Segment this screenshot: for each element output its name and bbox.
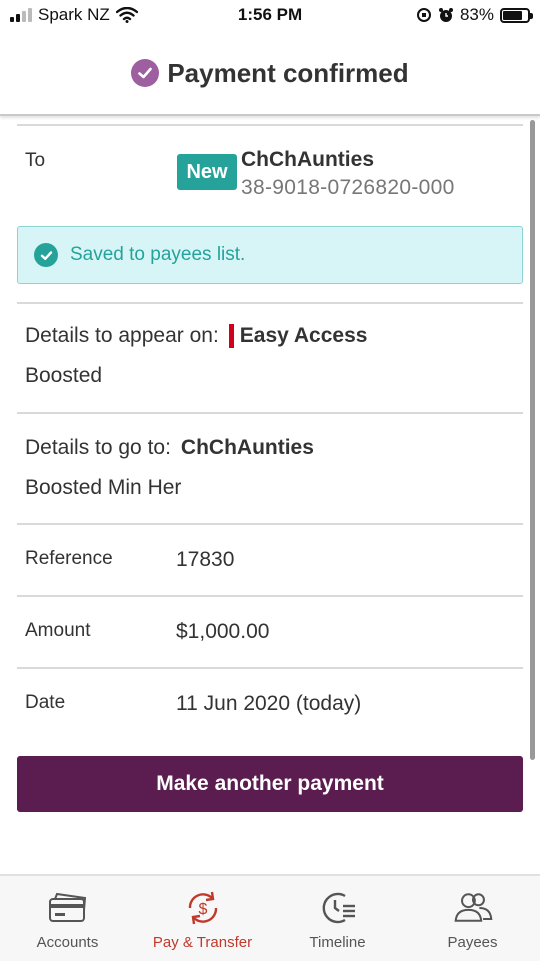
- confirmation-details: To New ChChAunties 38-9018-0726820-000 S…: [0, 118, 540, 874]
- amount-value: $1,000.00: [176, 620, 270, 643]
- tab-payees[interactable]: Payees: [405, 876, 540, 961]
- tab-pay-transfer-label: Pay & Transfer: [152, 934, 253, 951]
- reference-value: 17830: [176, 548, 235, 571]
- to-label: To: [25, 150, 46, 171]
- divider: [17, 595, 523, 597]
- reference-label: Reference: [25, 548, 113, 569]
- confirmed-check-icon: [131, 59, 160, 87]
- divider: [17, 302, 523, 304]
- saved-to-payees-alert: Saved to payees list.: [17, 226, 523, 284]
- payee-name: ChChAunties: [241, 148, 374, 171]
- page-header: Payment confirmed: [0, 32, 540, 116]
- details-appear-on-line: Details to appear on: Easy Access: [25, 324, 367, 348]
- tab-pay-transfer[interactable]: $ Pay & Transfer: [135, 876, 270, 961]
- page-title: Payment confirmed: [167, 57, 409, 88]
- date-value: 11 Jun 2020 (today): [176, 692, 362, 715]
- status-bar: Spark NZ 1:56 PM 83%: [0, 0, 540, 32]
- details-go-to-label: Details to go to:: [25, 436, 171, 459]
- tab-accounts[interactable]: Accounts: [0, 876, 135, 961]
- scrollbar[interactable]: [530, 120, 535, 760]
- divider: [17, 523, 523, 525]
- details-go-to-line: Details to go to: ChChAunties: [25, 436, 314, 460]
- amount-label: Amount: [25, 620, 91, 641]
- saved-message: Saved to payees list.: [70, 244, 246, 265]
- account-marker: [228, 324, 234, 348]
- payee-account-number: 38-9018-0726820-000: [241, 176, 455, 199]
- divider: [17, 124, 523, 126]
- tab-timeline-label: Timeline: [309, 934, 366, 951]
- pay-transfer-icon: $: [182, 888, 224, 928]
- orientation-lock-icon: [416, 8, 431, 22]
- details-go-to-payee: ChChAunties: [180, 436, 314, 459]
- new-payee-badge: New: [177, 154, 237, 190]
- alarm-icon: [438, 8, 453, 22]
- make-another-payment-button[interactable]: Make another payment: [17, 756, 523, 812]
- details-appear-on-label: Details to appear on:: [25, 324, 219, 347]
- tab-bar: Accounts $ Pay & Transfer Timeline Payee…: [0, 874, 540, 961]
- details-go-to-text: Boosted Min Her: [25, 476, 182, 499]
- payees-icon: [452, 888, 494, 928]
- tab-accounts-label: Accounts: [36, 934, 99, 951]
- battery-icon: [500, 7, 533, 23]
- divider: [17, 412, 523, 414]
- svg-text:$: $: [198, 901, 207, 918]
- tab-payees-label: Payees: [447, 934, 498, 951]
- battery-percent: 83%: [459, 5, 494, 24]
- date-label: Date: [25, 692, 66, 713]
- check-circle-icon: [34, 243, 58, 267]
- divider: [17, 667, 523, 669]
- details-appear-on-text: Boosted: [25, 364, 103, 387]
- card-icon: [47, 888, 89, 928]
- timeline-icon: [317, 888, 359, 928]
- details-appear-on-account: Easy Access: [239, 324, 368, 347]
- status-bar-right: 83%: [416, 5, 533, 25]
- tab-timeline[interactable]: Timeline: [270, 876, 405, 961]
